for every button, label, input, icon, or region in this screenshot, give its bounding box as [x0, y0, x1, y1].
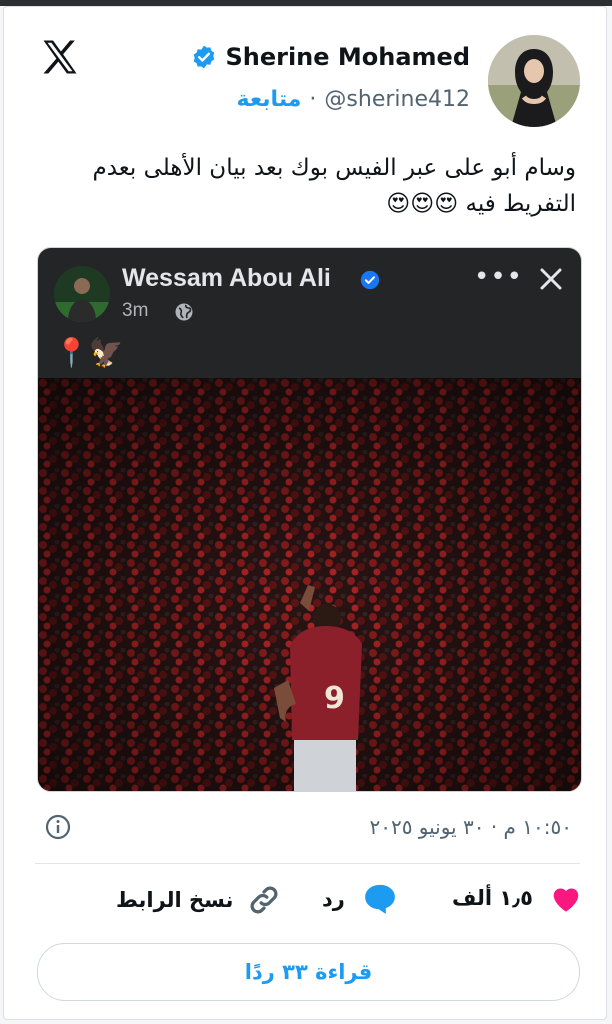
follow-button[interactable]: متابعة [237, 87, 302, 112]
x-logo-icon[interactable] [38, 35, 82, 79]
tweet-timestamp[interactable]: ١٠:٥٠ م · ٣٠ يونيو ٢٠٢٥ [369, 815, 572, 839]
like-count: ١٫٥ ألف [452, 886, 533, 910]
author-handle-row: متابعة · @sherine412 [237, 87, 470, 112]
globe-icon [175, 303, 193, 321]
author-name[interactable]: Sherine Mohamed [225, 43, 470, 71]
embedded-photo[interactable]: 9 [38, 378, 581, 791]
more-horizontal-icon[interactable]: ••• [474, 262, 523, 292]
divider [35, 863, 580, 864]
link-icon [250, 886, 278, 914]
stadium-photo: 9 [38, 378, 581, 791]
embedded-avatar[interactable] [54, 266, 110, 322]
embedded-author-name[interactable]: Wessam Abou Ali [122, 264, 331, 293]
copy-link-button[interactable]: نسخ الرابط [116, 883, 281, 917]
tweet-text: وسام أبو على عبر الفيس بوك بعد بيان الأه… [92, 155, 576, 217]
embedded-verified-icon [360, 270, 380, 290]
read-replies-button[interactable]: قراءة ٣٣ ردًا [37, 943, 580, 1001]
embedded-post-time: 3m [122, 300, 149, 321]
tweet-card: Sherine Mohamed متابعة · @sherine412 وسا… [3, 6, 607, 1020]
reply-button[interactable]: رد [322, 883, 397, 915]
author-handle[interactable]: @sherine412 [324, 87, 470, 112]
author-name-row[interactable]: Sherine Mohamed [191, 43, 470, 71]
like-button[interactable]: ١٫٥ ألف [452, 883, 583, 913]
copy-link-label: نسخ الرابط [116, 888, 234, 912]
verified-badge-icon [194, 45, 215, 69]
embedded-post-text: 📍🦅 [54, 336, 124, 369]
avatar[interactable] [488, 35, 580, 127]
avatar-image [488, 35, 580, 127]
info-icon[interactable] [44, 813, 72, 841]
embedded-post[interactable]: Wessam Abou Ali 3m ••• 📍🦅 9 [37, 247, 582, 792]
jersey-number: 9 [324, 681, 345, 716]
reply-label: رد [322, 887, 345, 911]
heart-icon [553, 888, 579, 912]
actions-bar: ١٫٥ ألف رد نسخ الرابط [4, 883, 612, 923]
close-icon[interactable] [536, 264, 566, 294]
reply-bubble-icon [365, 884, 395, 914]
separator-dot: · [309, 87, 317, 112]
